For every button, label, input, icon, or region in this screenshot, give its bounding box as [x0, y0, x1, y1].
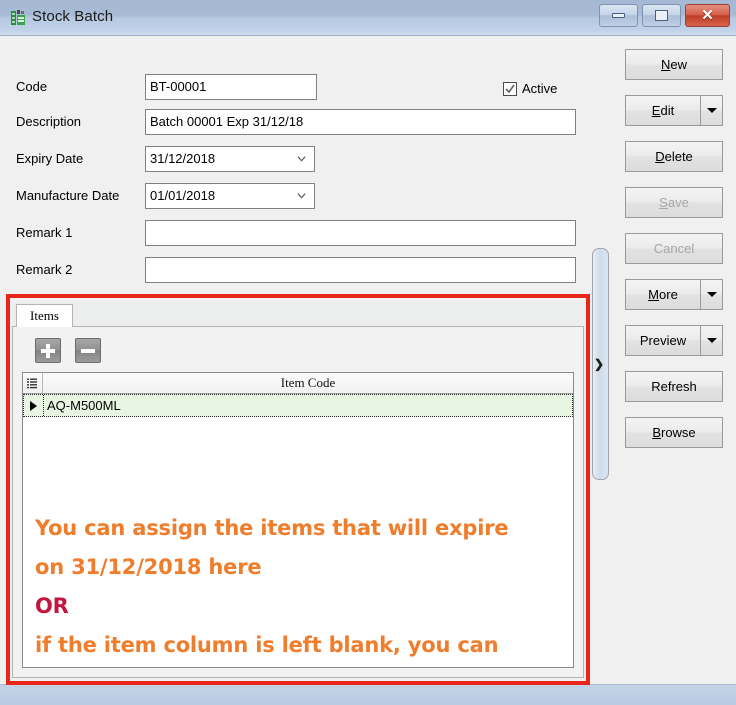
annotation-text: You can assign the items that will expir… [35, 509, 555, 668]
more-button-label: ore [659, 287, 678, 302]
items-grid[interactable]: Item Code AQ-M500ML You can assign the i… [22, 372, 574, 668]
annotation-line-2: on 31/12/2018 here [35, 548, 555, 587]
column-chooser-icon[interactable] [23, 373, 43, 393]
more-button-accel: M [648, 287, 659, 302]
label-description: Description [16, 109, 81, 135]
code-input[interactable]: BT-00001 [145, 74, 317, 100]
save-button[interactable]: Save [625, 187, 723, 218]
column-header-item-code[interactable]: Item Code [43, 373, 573, 393]
active-checkbox-group[interactable]: Active [503, 81, 557, 96]
add-row-button[interactable] [35, 338, 61, 363]
browse-button[interactable]: Browse [625, 417, 723, 448]
annotation-line-3: if the item column is left blank, you ca… [35, 626, 555, 665]
close-button[interactable]: ✕ [685, 4, 730, 27]
annotation-line-4: select any item and assign batch expiry [35, 665, 555, 668]
active-checkbox[interactable] [503, 82, 517, 96]
cancel-button[interactable]: Cancel [625, 233, 723, 264]
preview-dropdown-button[interactable] [701, 325, 723, 356]
save-button-accel: S [659, 195, 668, 210]
window-controls: ✕ [599, 4, 730, 27]
checkmark-icon [505, 84, 515, 94]
refresh-button-label: Refresh [651, 379, 697, 394]
label-remark-1: Remark 1 [16, 220, 72, 246]
browse-button-accel: B [652, 425, 661, 440]
tab-strip [12, 302, 584, 327]
items-tab-page: Item Code AQ-M500ML You can assign the i… [12, 327, 584, 678]
tab-items[interactable]: Items [16, 304, 73, 328]
grid-header-row: Item Code [23, 373, 573, 394]
delete-button-label: elete [665, 149, 693, 164]
description-input[interactable]: Batch 00001 Exp 31/12/18 [145, 109, 576, 135]
active-label: Active [522, 81, 557, 96]
items-tab-host: Items [12, 302, 584, 678]
minimize-button[interactable] [599, 4, 638, 27]
new-button-label: ew [670, 57, 687, 72]
minus-icon [81, 349, 95, 353]
title-bar: Stock Batch ✕ [0, 0, 736, 36]
label-manufacture-date: Manufacture Date [16, 183, 119, 209]
table-row[interactable]: AQ-M500ML [23, 394, 573, 417]
chevron-down-icon [297, 191, 306, 200]
manufacture-date-combo[interactable]: 01/01/2018 [145, 183, 315, 209]
preview-button[interactable]: Preview [625, 325, 701, 356]
chevron-down-icon [707, 292, 717, 297]
status-bar [0, 684, 736, 705]
remark-2-input[interactable] [145, 257, 576, 283]
close-icon: ✕ [701, 8, 714, 23]
more-dropdown-button[interactable] [701, 279, 723, 310]
new-button[interactable]: New [625, 49, 723, 80]
label-expiry-date: Expiry Date [16, 146, 83, 172]
remark-1-input[interactable] [145, 220, 576, 246]
edit-dropdown-button[interactable] [701, 95, 723, 126]
cell-item-code[interactable]: AQ-M500ML [43, 395, 121, 416]
delete-button[interactable]: Delete [625, 141, 723, 172]
edit-button[interactable]: Edit [625, 95, 701, 126]
annotation-or: OR [35, 587, 555, 626]
save-button-label: ave [668, 195, 689, 210]
restore-button[interactable] [642, 4, 681, 27]
minimize-icon [612, 13, 625, 18]
action-button-panel: New Edit Delete Save Cancel More Preview [612, 36, 736, 684]
chevron-down-icon [297, 154, 306, 163]
remove-row-button[interactable] [75, 338, 101, 363]
chevron-down-icon [707, 338, 717, 343]
more-button[interactable]: More [625, 279, 701, 310]
expiry-date-combo[interactable]: 31/12/2018 [145, 146, 315, 172]
browse-button-label: rowse [661, 425, 696, 440]
chevron-right-icon[interactable]: ❯ [594, 358, 604, 370]
window-title: Stock Batch [32, 8, 113, 25]
chevron-down-icon [707, 108, 717, 113]
stock-batch-icon [9, 9, 27, 27]
annotation-line-1: You can assign the items that will expir… [35, 509, 555, 548]
restore-icon [655, 10, 668, 21]
new-button-accel: N [661, 57, 670, 72]
label-code: Code [16, 74, 47, 100]
refresh-button[interactable]: Refresh [625, 371, 723, 402]
stock-batch-window: Stock Batch ✕ Code BT-00001 Active [0, 0, 736, 705]
preview-button-label: Preview [640, 333, 686, 348]
expiry-date-value: 31/12/2018 [150, 151, 215, 166]
label-remark-2: Remark 2 [16, 257, 72, 283]
delete-button-accel: D [655, 149, 664, 164]
manufacture-date-value: 01/01/2018 [150, 188, 215, 203]
row-indicator-icon [24, 395, 42, 416]
cancel-button-label: Cancel [654, 241, 694, 256]
edit-button-label: dit [660, 103, 674, 118]
